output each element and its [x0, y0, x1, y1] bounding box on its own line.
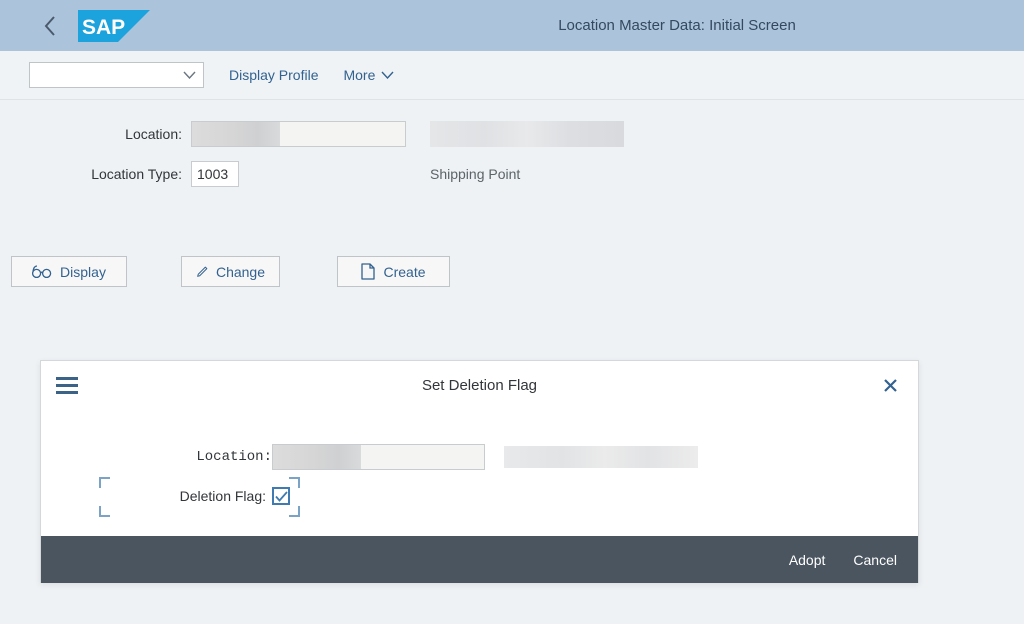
cancel-button[interactable]: Cancel: [853, 552, 897, 568]
action-button-row: Display Change Create: [0, 256, 450, 287]
change-button-label: Change: [216, 264, 265, 280]
back-button[interactable]: [28, 4, 72, 48]
toolbar: Display Profile More: [0, 51, 1024, 100]
chevron-down-icon: [183, 71, 196, 79]
dialog-location-label: Location:: [41, 449, 272, 465]
dialog-header: Set Deletion Flag: [41, 361, 918, 409]
dialog-footer: Adopt Cancel: [41, 536, 918, 583]
deletion-flag-label: Deletion Flag:: [41, 488, 272, 504]
set-deletion-flag-dialog: Set Deletion Flag Location: Deletion Fla…: [40, 360, 919, 583]
location-type-row: Location Type: 1003 Shipping Point: [0, 158, 1024, 190]
hamburger-bar: [56, 384, 78, 387]
display-button[interactable]: Display: [11, 256, 127, 287]
sap-logo-text: SAP: [82, 16, 125, 39]
redacted-value-overlay: [273, 445, 361, 469]
profile-select[interactable]: [29, 62, 204, 88]
glasses-icon: [32, 265, 52, 279]
deletion-flag-checkbox[interactable]: [272, 487, 290, 505]
location-type-label: Location Type:: [0, 166, 191, 182]
location-description-redacted: [430, 121, 624, 147]
location-type-description: Shipping Point: [430, 166, 520, 182]
dialog-title: Set Deletion Flag: [41, 377, 918, 394]
display-profile-label: Display Profile: [229, 67, 318, 83]
focus-corner: [289, 506, 300, 517]
dialog-location-row: Location:: [41, 444, 698, 470]
hamburger-menu-icon[interactable]: [56, 372, 82, 398]
shell-header: SAP Location Master Data: Initial Screen: [0, 0, 1024, 51]
create-button[interactable]: Create: [337, 256, 450, 287]
display-profile-button[interactable]: Display Profile: [229, 67, 318, 83]
pencil-icon: [196, 264, 208, 280]
dialog-deletion-flag-row: Deletion Flag:: [41, 487, 290, 505]
hamburger-bar: [56, 391, 78, 394]
document-icon: [361, 263, 375, 280]
close-button[interactable]: [876, 371, 904, 399]
redacted-value-overlay: [192, 122, 280, 146]
close-icon: [883, 378, 898, 393]
page-title: Location Master Data: Initial Screen: [558, 0, 796, 51]
focus-corner: [289, 477, 300, 488]
location-row: Location:: [0, 118, 1024, 150]
more-button[interactable]: More: [343, 67, 394, 83]
create-button-label: Create: [383, 264, 425, 280]
dialog-location-input[interactable]: [272, 444, 485, 470]
dialog-body: Location: Deletion Flag:: [41, 409, 918, 536]
focus-corner: [99, 506, 110, 517]
checkmark-icon: [275, 491, 288, 502]
hamburger-bar: [56, 377, 78, 380]
location-label: Location:: [0, 126, 191, 142]
chevron-down-icon: [381, 71, 394, 79]
location-type-input[interactable]: 1003: [191, 161, 239, 187]
adopt-button[interactable]: Adopt: [789, 552, 826, 568]
sap-logo-icon: SAP: [78, 10, 150, 42]
location-input[interactable]: [191, 121, 406, 147]
change-button[interactable]: Change: [181, 256, 280, 287]
back-chevron-icon: [43, 15, 57, 37]
shell-title-wrapper: Location Master Data: Initial Screen: [0, 0, 1024, 51]
sap-logo: SAP: [78, 10, 150, 42]
display-button-label: Display: [60, 264, 106, 280]
more-label: More: [343, 67, 375, 83]
main-form: Location: Location Type: 1003 Shipping P…: [0, 100, 1024, 190]
dialog-location-description-redacted: [504, 446, 698, 468]
